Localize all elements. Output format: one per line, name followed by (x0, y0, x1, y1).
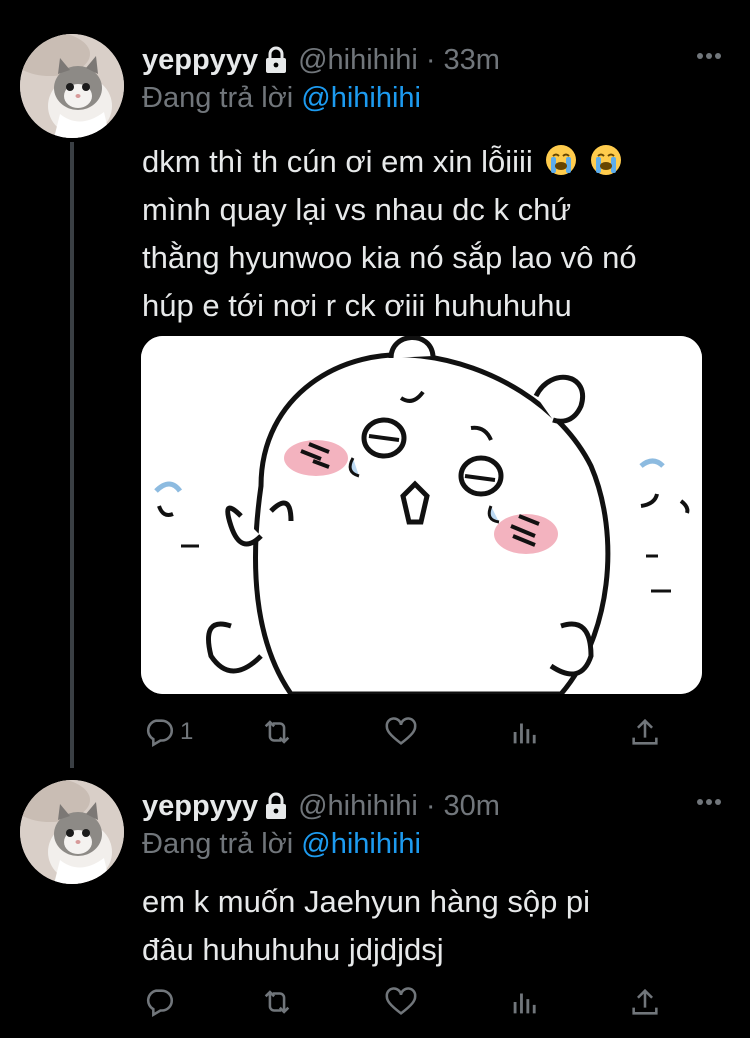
mention-link[interactable]: @hihihihi (301, 828, 421, 860)
analytics-button[interactable] (508, 712, 542, 752)
tweet-text-line: đâu huhuhuhu jdjdjdsj (142, 932, 444, 967)
more-icon[interactable] (696, 798, 722, 806)
replying-to-label: Đang trả lời (142, 82, 294, 114)
tweet-header: yeppyyy @hihihihi · 30m (142, 786, 500, 826)
reply-button[interactable] (142, 982, 176, 1022)
cartoon-sticker-image (141, 336, 702, 694)
tweet-text-line: dkm thì th cún ơi em xin lỗiiii (142, 138, 732, 186)
tweet-text: em k muốn Jaehyun hàng sộp pi đâu huhuhu… (142, 878, 732, 974)
lock-icon (266, 46, 287, 73)
retweet-icon (264, 720, 290, 744)
thread-connector-line (70, 142, 74, 768)
reply-icon (146, 719, 174, 748)
tweet-text-line: thằng hyunwoo kia nó sắp lao vô nó (142, 240, 637, 275)
tweet-actions: 1 (142, 712, 682, 752)
reply-count: 1 (180, 718, 194, 745)
kitten-avatar-image (20, 34, 124, 138)
analytics-button[interactable] (508, 982, 542, 1022)
separator-dot: · (425, 789, 436, 822)
display-name[interactable]: yeppyyy (142, 790, 258, 823)
tweet-actions (142, 982, 682, 1022)
analytics-icon (513, 723, 536, 744)
user-handle[interactable]: @hihihihi (298, 790, 418, 823)
lock-icon (266, 792, 287, 819)
loudly-crying-face-icon (591, 145, 621, 175)
tweet-text: dkm thì th cún ơi em xin lỗiiii mình qua… (142, 138, 732, 330)
reply-button[interactable]: 1 (142, 712, 193, 752)
retweet-icon (264, 990, 290, 1014)
like-icon (385, 987, 417, 1015)
timestamp[interactable]: 33m (443, 44, 499, 77)
loudly-crying-face-icon (546, 145, 577, 175)
tweet-text-segment: dkm thì th cún ơi em xin lỗiiii (142, 144, 533, 179)
avatar[interactable] (20, 780, 124, 884)
share-icon (632, 988, 658, 1015)
replying-to-label: Đang trả lời (142, 828, 294, 860)
kitten-avatar-image (20, 780, 124, 884)
share-button[interactable] (628, 982, 662, 1022)
separator-dot: · (425, 43, 436, 76)
tweet[interactable]: yeppyyy @hihihihi · 33m Đang trả lời @hi… (0, 0, 750, 768)
tweet[interactable]: yeppyyy @hihihihi · 30m Đang trả lời @hi… (0, 768, 750, 1038)
like-icon (385, 717, 417, 745)
like-button[interactable] (384, 982, 418, 1022)
tweet-text-line: húp e tới nơi r ck ơiii huhuhuhu (142, 288, 572, 323)
retweet-button[interactable] (260, 712, 294, 752)
tweet-text-line: em k muốn Jaehyun hàng sộp pi (142, 884, 591, 919)
share-icon (632, 718, 658, 745)
more-icon[interactable] (696, 52, 722, 60)
user-handle[interactable]: @hihihihi (298, 44, 418, 77)
analytics-icon (513, 993, 536, 1014)
mention-link[interactable]: @hihihihi (301, 82, 421, 114)
reply-icon (146, 989, 174, 1018)
share-button[interactable] (628, 712, 662, 752)
replying-to-line: Đang trả lời @hihihihi (142, 82, 421, 115)
replying-to-line: Đang trả lời @hihihihi (142, 828, 421, 861)
tweet-text-line: mình quay lại vs nhau dc k chứ (142, 192, 572, 227)
timestamp[interactable]: 30m (443, 790, 499, 823)
tweet-header: yeppyyy @hihihihi · 33m (142, 40, 500, 80)
like-button[interactable] (384, 712, 418, 752)
retweet-button[interactable] (260, 982, 294, 1022)
avatar[interactable] (20, 34, 124, 138)
display-name[interactable]: yeppyyy (142, 44, 258, 77)
tweet-media-image[interactable] (141, 336, 702, 694)
